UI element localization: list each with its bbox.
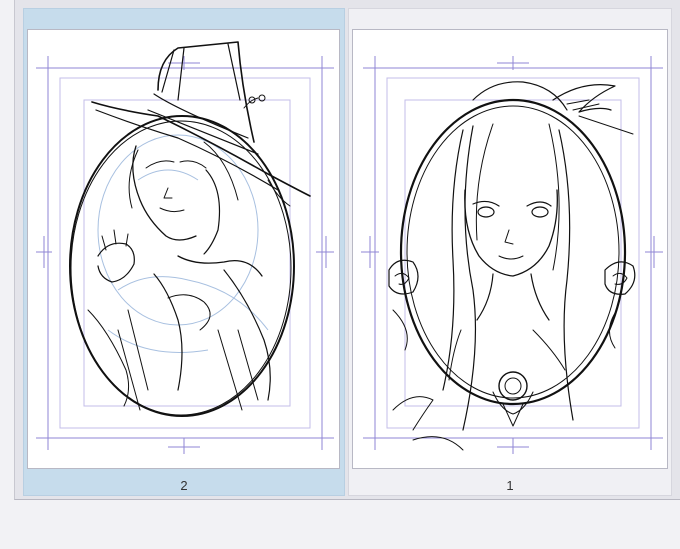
page-manager-window: 2 1 — [14, 0, 680, 500]
page-thumbnail-1[interactable]: 1 — [348, 8, 672, 496]
page-canvas-1[interactable] — [352, 29, 668, 469]
page-number-label: 1 — [506, 478, 514, 493]
sketch-man-in-top-hat — [36, 41, 334, 454]
page-canvas-2[interactable] — [27, 29, 340, 469]
page-number-label: 2 — [180, 478, 188, 493]
sketch-woman-cameo — [361, 56, 663, 454]
page-thumbnail-2[interactable]: 2 — [23, 8, 345, 496]
